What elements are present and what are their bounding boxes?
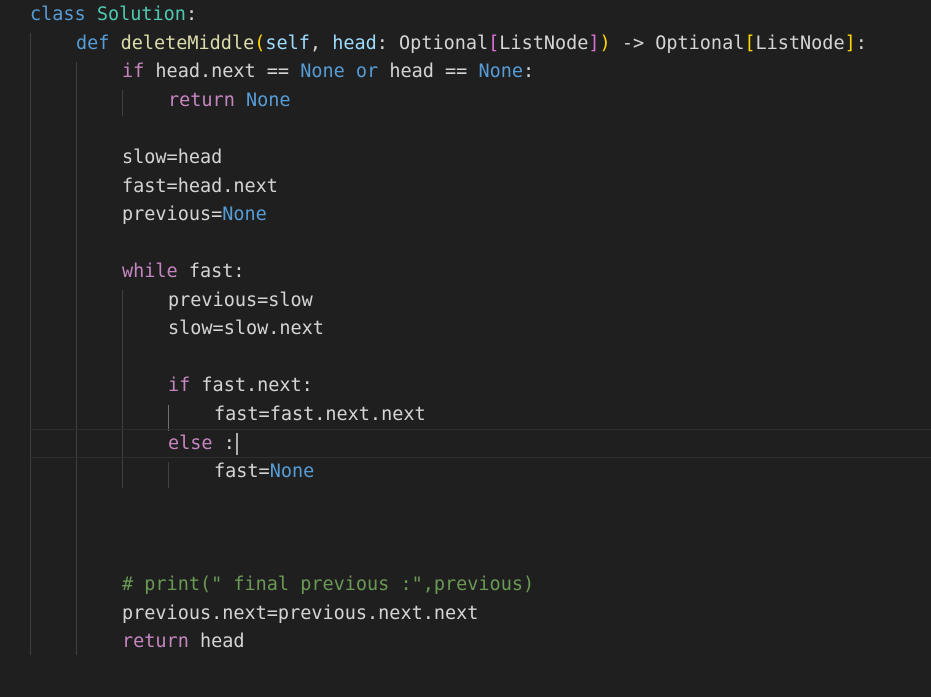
code-token: class [30, 4, 86, 25]
code-line-16-current[interactable]: else : [30, 429, 931, 458]
code-text: return head [122, 631, 245, 652]
code-token: previous.next=previous.next.next [122, 603, 479, 624]
code-token: if [122, 61, 145, 82]
code-token: return [168, 90, 235, 111]
code-token: None [269, 461, 315, 482]
code-text: return None [168, 90, 291, 111]
code-token: ] [844, 33, 856, 54]
code-line-11[interactable]: previous=slow [30, 287, 313, 316]
code-token: self [265, 33, 310, 54]
code-line-2[interactable]: def deleteMiddle(self, head: Optional[Li… [30, 30, 867, 59]
code-line-3[interactable]: if head.next == None or head == None: [30, 58, 534, 87]
code-text: fast=fast.next.next [214, 404, 426, 425]
code-line-10[interactable]: while fast: [30, 258, 245, 287]
code-line-15[interactable]: fast=fast.next.next [30, 401, 426, 430]
code-token: def [76, 33, 110, 54]
code-text: class Solution: [30, 4, 197, 25]
code-text: while fast: [122, 261, 245, 282]
code-token: ( [254, 33, 266, 54]
code-line-4[interactable]: return None [30, 87, 291, 116]
code-token: fast.next: [190, 375, 313, 396]
code-token: [ [744, 33, 756, 54]
code-line-1[interactable]: class Solution: [30, 1, 197, 30]
code-text: previous.next=previous.next.next [122, 603, 478, 624]
code-token: fast: [177, 261, 245, 282]
code-token: -> Optional [610, 33, 745, 54]
code-token: : Optional [376, 33, 489, 54]
code-line-8[interactable]: previous=None [30, 201, 267, 230]
code-token: return [122, 631, 189, 652]
code-token: previous= [122, 204, 223, 225]
code-token: or [355, 61, 379, 82]
code-token: ListNode [755, 33, 845, 54]
code-token: head [332, 33, 377, 54]
code-text: previous=slow [168, 290, 313, 311]
code-line-12[interactable]: slow=slow.next [30, 315, 324, 344]
code-line-21[interactable]: # print(" final previous :",previous) [30, 571, 534, 600]
code-token: Solution [96, 4, 186, 25]
code-token: , [309, 33, 333, 54]
code-line-23[interactable]: return head [30, 628, 245, 657]
code-text: slow=slow.next [168, 318, 324, 339]
code-editor[interactable]: class Solution: def deleteMiddle(self, h… [0, 0, 931, 697]
code-token: ListNode [499, 33, 589, 54]
code-token: fast=head.next [122, 176, 278, 197]
code-line-7[interactable]: fast=head.next [30, 173, 278, 202]
code-token: : [185, 4, 198, 25]
code-text: else : [168, 433, 238, 455]
code-line-22[interactable]: previous.next=previous.next.next [30, 600, 478, 629]
code-token: None [222, 204, 267, 225]
code-token: : [855, 33, 867, 54]
code-token: previous=slow [168, 290, 313, 311]
code-line-17[interactable]: fast=None [30, 458, 314, 487]
code-text: slow=head [122, 147, 222, 168]
code-token: fast=fast.next.next [214, 404, 426, 425]
code-token: None [478, 61, 524, 82]
code-line-6[interactable]: slow=head [30, 144, 222, 173]
code-token: deleteMiddle [120, 33, 255, 54]
code-text: fast=None [214, 461, 314, 482]
code-token: head == [378, 61, 479, 82]
code-text: previous=None [122, 204, 267, 225]
code-line-14[interactable]: if fast.next: [30, 372, 313, 401]
code-text: fast=head.next [122, 176, 278, 197]
indent-guide [30, 33, 31, 655]
code-token: head.next == [144, 61, 301, 82]
code-token: slow=head [122, 147, 223, 168]
code-text: def deleteMiddle(self, head: Optional[Li… [76, 33, 867, 54]
code-text: if head.next == None or head == None: [122, 61, 534, 82]
code-text: if fast.next: [168, 375, 313, 396]
code-token: slow=slow.next [168, 318, 324, 339]
code-token: None [245, 90, 291, 111]
code-token: # print(" final previous :",previous) [122, 574, 535, 595]
code-token: None [300, 61, 345, 82]
code-token: while [122, 261, 178, 282]
text-cursor [235, 433, 238, 455]
code-token: head [188, 631, 245, 652]
code-token: ) [599, 33, 611, 54]
code-token: : [523, 61, 535, 82]
code-token: fast= [214, 461, 270, 482]
code-token: else [168, 433, 213, 454]
code-text: # print(" final previous :",previous) [122, 574, 534, 595]
code-token: if [168, 375, 191, 396]
code-token: ] [588, 33, 600, 54]
code-token: [ [488, 33, 500, 54]
code-token: : [212, 433, 235, 454]
